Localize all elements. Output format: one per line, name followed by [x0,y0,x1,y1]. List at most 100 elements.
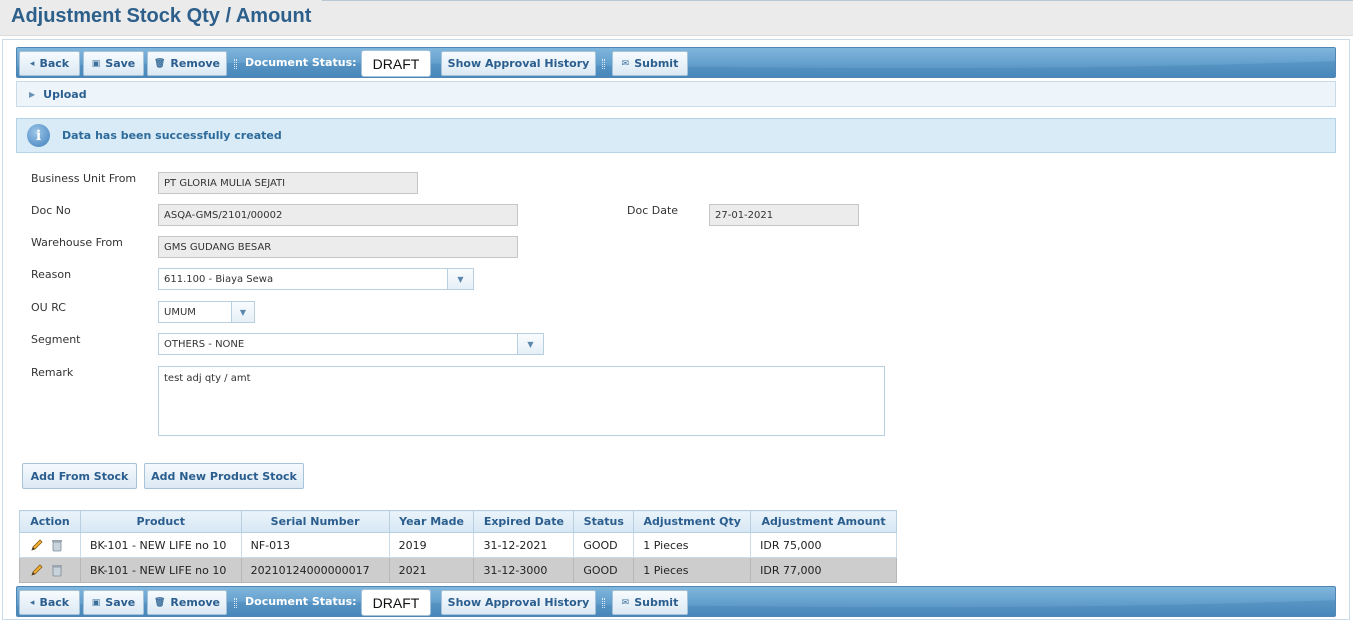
cell-year: 2021 [388,557,475,583]
col-year-made: Year Made [388,510,475,533]
submit-label: Submit [634,596,679,609]
table-row[interactable]: BK-101 - NEW LIFE no 10 2021012400000001… [19,557,897,583]
approval-label: Show Approval History [447,596,590,609]
segment-select[interactable]: OTHERS - NONE ▼ [158,333,544,355]
submit-label: Submit [634,57,679,70]
cell-status: GOOD [573,557,635,583]
doc-date-field: 27-01-2021 [709,204,859,226]
col-action: Action [19,510,81,533]
reason-value: 611.100 - Biaya Sewa [164,273,274,285]
doc-no-field: ASQA-GMS/2101/00002 [158,204,518,226]
back-label: Back [39,57,70,70]
reason-label: Reason [31,268,72,281]
page-header: Adjustment Stock Qty / Amount [0,0,1353,36]
save-button[interactable]: ▣ Save [83,51,144,76]
remove-label: Remove [170,57,221,70]
top-toolbar: ◂ Back ▣ Save 🗑 Remove Document Status: DRA… [16,47,1336,78]
back-button[interactable]: ◂ Back [19,51,80,76]
col-expired-date: Expired Date [473,510,575,533]
submit-button[interactable]: ✉ Submit [612,590,688,615]
toolbar-separator [234,598,237,608]
edit-icon[interactable] [30,538,44,552]
upload-label: Upload [43,87,87,101]
table-header-row: Action Product Serial Number Year Made E… [19,510,897,533]
show-approval-history-button[interactable]: Show Approval History [441,590,596,615]
document-status-label: Document Status: [245,56,357,69]
dropdown-icon[interactable]: ▼ [447,269,473,289]
cell-serial: 20210124000000017 [240,557,390,583]
col-status: Status [573,510,635,533]
cell-amount: IDR 75,000 [750,532,897,558]
col-adjustment-amount: Adjustment Amount [750,510,897,533]
remove-icon: 🗑 [153,58,166,69]
add-from-stock-button[interactable]: Add From Stock [22,463,137,489]
submit-icon: ✉ [621,58,630,69]
remove-icon: 🗑 [153,597,166,608]
dropdown-icon[interactable]: ▼ [517,334,543,354]
expand-icon: ▶ [29,89,36,99]
remove-button[interactable]: 🗑 Remove [147,51,227,76]
document-status-value: DRAFT [361,589,431,616]
cell-amount: IDR 77,000 [750,557,897,583]
dropdown-icon[interactable]: ▼ [231,302,254,322]
back-button[interactable]: ◂ Back [19,590,80,615]
back-icon: ◂ [29,597,35,608]
warehouse-from-label: Warehouse From [31,236,123,249]
submit-button[interactable]: ✉ Submit [612,51,688,76]
approval-label: Show Approval History [447,57,590,70]
trash-icon[interactable] [50,538,64,552]
submit-icon: ✉ [621,597,630,608]
show-approval-history-button[interactable]: Show Approval History [441,51,596,76]
segment-label: Segment [31,333,81,346]
ou-rc-value: UMUM [164,306,196,318]
cell-qty: 1 Pieces [633,557,752,583]
cell-serial: NF-013 [240,532,390,558]
reason-select[interactable]: 611.100 - Biaya Sewa ▼ [158,268,474,290]
bottom-toolbar: ◂ Back ▣ Save 🗑 Remove Document Status: DRA… [16,586,1336,617]
col-adjustment-qty: Adjustment Qty [633,510,752,533]
header-line [322,0,1353,1]
cell-expired: 31-12-2021 [473,532,575,558]
info-icon: i [27,124,50,147]
save-button[interactable]: ▣ Save [83,590,144,615]
cell-product: BK-101 - NEW LIFE no 10 [79,532,242,558]
upload-section[interactable]: ▶ Upload [16,81,1336,107]
cell-product: BK-101 - NEW LIFE no 10 [79,557,242,583]
toolbar-separator [602,598,605,608]
edit-icon[interactable] [30,563,44,577]
warehouse-from-field: GMS GUDANG BESAR [158,236,518,258]
add-new-product-stock-button[interactable]: Add New Product Stock [144,463,304,489]
business-unit-from-field: PT GLORIA MULIA SEJATI [158,172,418,194]
cell-status: GOOD [573,532,635,558]
back-icon: ◂ [29,58,35,69]
segment-value: OTHERS - NONE [164,338,245,350]
save-label: Save [105,596,136,609]
success-message-text: Data has been successfully created [62,129,282,142]
ou-rc-select[interactable]: UMUM ▼ [158,301,255,323]
col-serial-number: Serial Number [240,510,390,533]
remark-textarea[interactable]: test adj qty / amt [158,366,885,436]
col-product: Product [79,510,242,533]
document-status-value: DRAFT [361,50,431,77]
back-label: Back [39,596,70,609]
row-actions [19,557,81,583]
remove-button[interactable]: 🗑 Remove [147,590,227,615]
remark-label: Remark [31,366,74,379]
row-actions [19,532,81,558]
cell-expired: 31-12-3000 [473,557,575,583]
doc-date-label: Doc Date [627,204,679,217]
adjustment-table: Action Product Serial Number Year Made E… [19,510,897,583]
document-status-label: Document Status: [245,595,357,608]
save-icon: ▣ [91,58,101,69]
remove-label: Remove [170,596,221,609]
doc-no-label: Doc No [31,204,71,217]
trash-icon[interactable] [50,563,64,577]
toolbar-separator [602,59,605,69]
table-row[interactable]: BK-101 - NEW LIFE no 10 NF-013 2019 31-1… [19,532,897,558]
ou-rc-label: OU RC [31,301,66,314]
business-unit-from-label: Business Unit From [31,172,137,185]
save-icon: ▣ [91,597,101,608]
toolbar-separator [234,59,237,69]
page-title: Adjustment Stock Qty / Amount [11,5,312,27]
save-label: Save [105,57,136,70]
